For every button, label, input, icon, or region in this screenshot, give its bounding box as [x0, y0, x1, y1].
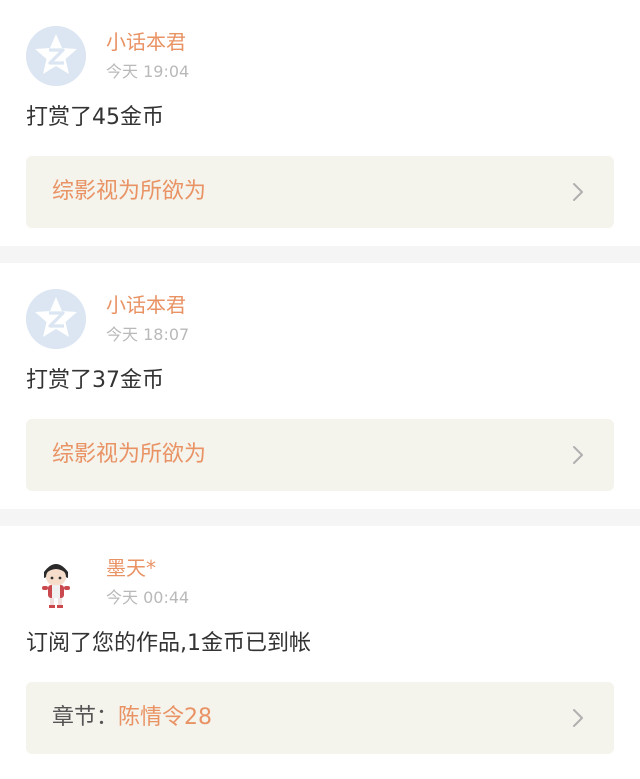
timestamp: 今天 18:07 [106, 325, 190, 344]
notification-message: 订阅了您的作品,1金币已到帐 [26, 631, 311, 656]
timestamp: 今天 19:04 [106, 62, 190, 81]
timestamp: 今天 00:44 [106, 588, 190, 607]
work-title: 综影视为所欲为 [52, 442, 207, 467]
star-icon [26, 289, 86, 349]
link-prefix: 章节： [52, 705, 119, 730]
notification-header: 小话本君 今天 19:04 [26, 26, 586, 86]
user-name[interactable]: 小话本君 [106, 30, 186, 54]
notification-message: 打赏了45金币 [26, 105, 164, 130]
chapter-title: 陈情令28 [118, 705, 213, 730]
notification-message: 打赏了37金币 [26, 368, 164, 393]
notification-header: 小话本君 今天 18:07 [26, 289, 586, 349]
user-name[interactable]: 小话本君 [106, 293, 186, 317]
notification-header: 墨天* 今天 00:44 [26, 552, 586, 612]
chevron-right-icon [573, 446, 583, 464]
notification-card: 墨天* 今天 00:44 订阅了您的作品,1金币已到帐 章节： 陈情令28 [0, 526, 640, 779]
notification-card: 小话本君 今天 18:07 打赏了37金币 综影视为所欲为 [0, 263, 640, 509]
work-title: 综影视为所欲为 [52, 179, 207, 204]
work-link-button[interactable]: 综影视为所欲为 [26, 419, 614, 491]
notification-card: 小话本君 今天 19:04 打赏了45金币 综影视为所欲为 [0, 0, 640, 246]
notification-feed: 小话本君 今天 19:04 打赏了45金币 综影视为所欲为 小话本君 今天 18… [0, 0, 640, 779]
chevron-right-icon [573, 183, 583, 201]
chibi-character-avatar-icon[interactable] [26, 552, 86, 612]
qq-star-avatar-icon[interactable] [26, 289, 86, 349]
star-icon [26, 26, 86, 86]
chapter-link-button[interactable]: 章节： 陈情令28 [26, 682, 614, 754]
character-icon [26, 552, 86, 612]
work-link-button[interactable]: 综影视为所欲为 [26, 156, 614, 228]
qq-star-avatar-icon[interactable] [26, 26, 86, 86]
user-name[interactable]: 墨天* [106, 556, 156, 580]
chevron-right-icon [573, 709, 583, 727]
